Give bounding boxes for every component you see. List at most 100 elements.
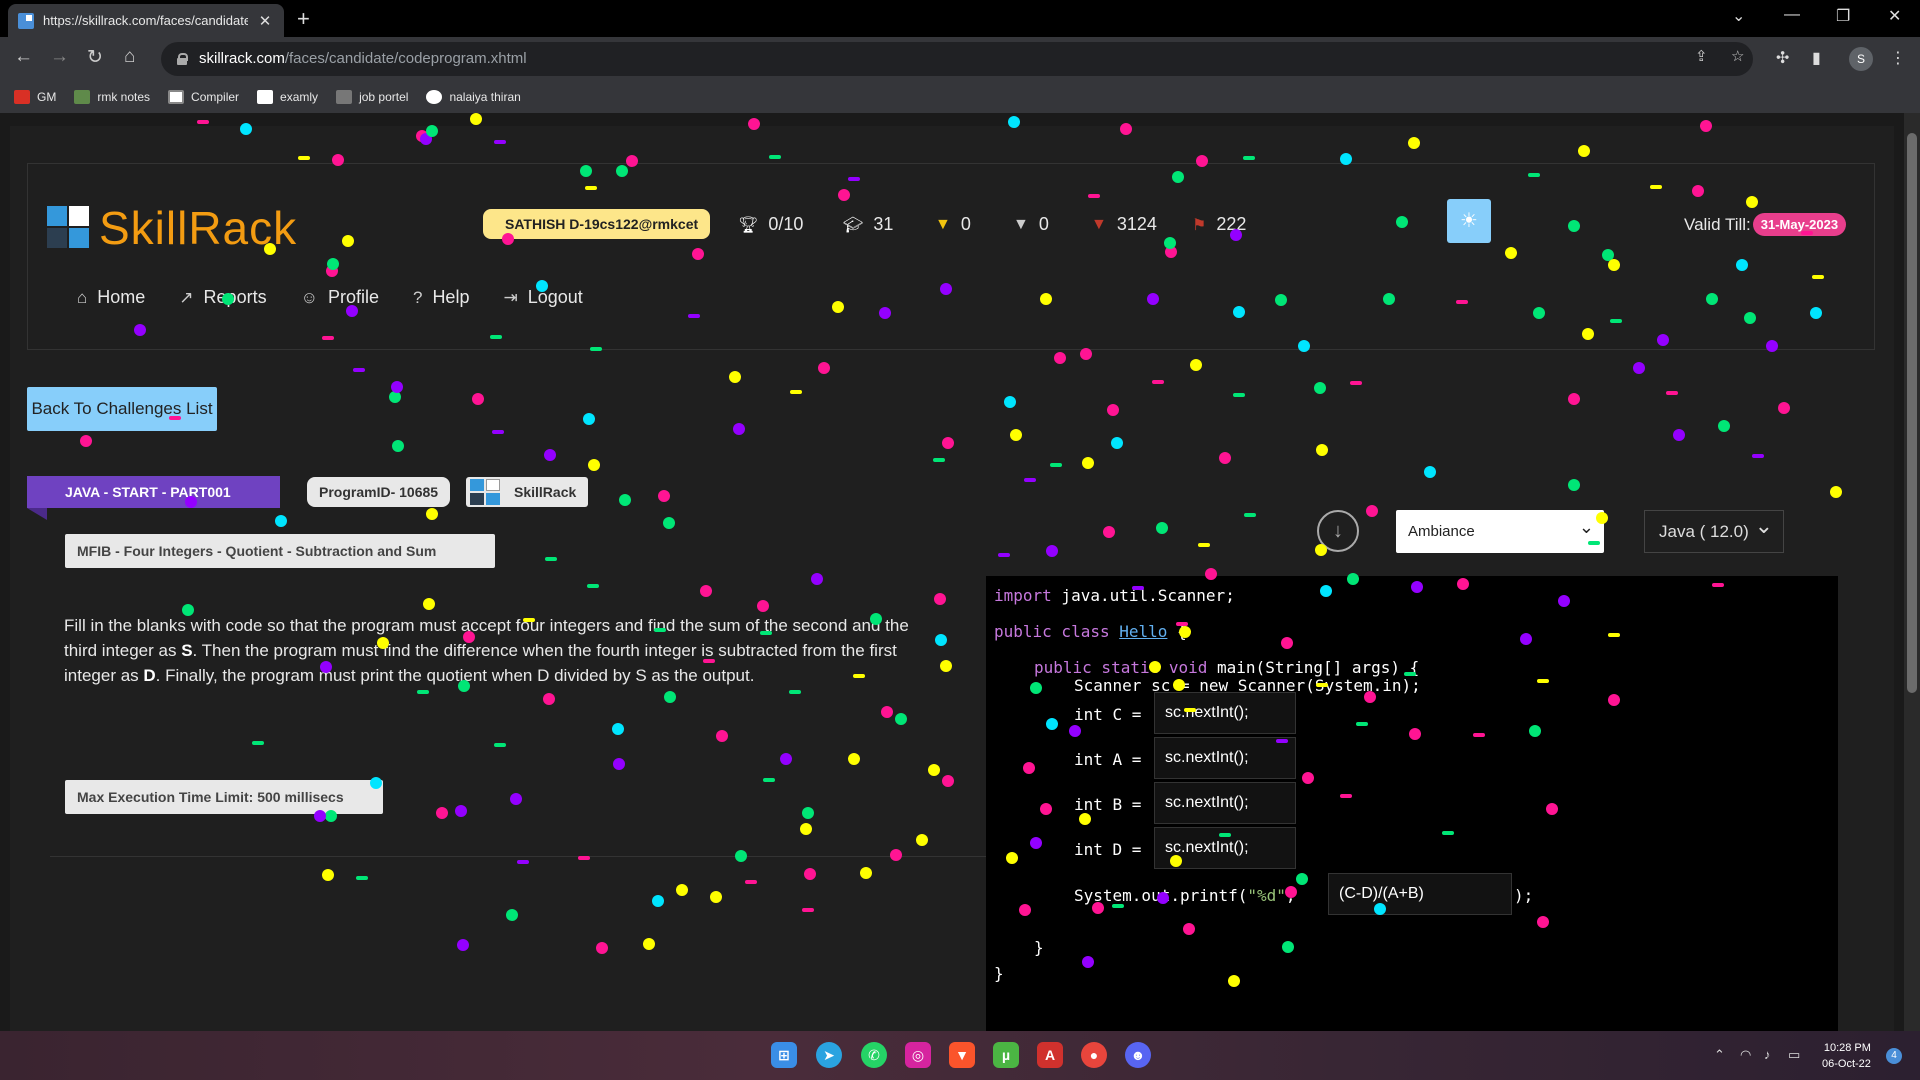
clock-time: 10:28 PM xyxy=(1823,1042,1871,1054)
bookmark-gm[interactable]: GM xyxy=(14,90,56,104)
nav-home[interactable]: ⌂ Home xyxy=(77,287,145,308)
wifi-icon[interactable]: ◠ xyxy=(1740,1047,1751,1063)
reload-icon[interactable]: ↻ xyxy=(87,46,103,69)
profile-avatar[interactable]: S xyxy=(1849,47,1873,71)
chrome-icon[interactable]: ● xyxy=(1081,1042,1107,1068)
notification-count-badge[interactable]: 4 xyxy=(1886,1048,1902,1064)
acrobat-icon[interactable]: A xyxy=(1037,1042,1063,1068)
whatsapp-icon[interactable]: ✆ xyxy=(861,1042,887,1068)
nav-help[interactable]: ? Help xyxy=(413,287,470,308)
code-close-main: } xyxy=(1034,938,1044,957)
nav-logout[interactable]: ⇥ Logout xyxy=(503,287,582,308)
home-icon: ⌂ xyxy=(77,287,88,307)
bookmark-job-portel[interactable]: job portel xyxy=(336,90,408,104)
valid-date-badge: 31-May-2023 xyxy=(1752,213,1847,236)
browser-tab[interactable]: https://skillrack.com/faces/candidate ✕ xyxy=(8,4,284,37)
nalaiya-thiran-icon xyxy=(426,90,443,104)
language-select[interactable]: Java ( 12.0) xyxy=(1644,505,1784,553)
header-card: SkillRack SATHISH D-19cs122@rmkcet 🏆︎ 0/1… xyxy=(27,163,1875,350)
chart-line-icon: ↗ xyxy=(179,287,194,307)
code-var-d: int D = xyxy=(1074,840,1142,859)
back-to-challenges-button[interactable]: Back To Challenges List xyxy=(27,387,217,431)
stat-courses: 🎓︎ 31 xyxy=(843,214,894,234)
nav-reports[interactable]: ↗ Reports xyxy=(179,287,266,308)
lock-icon xyxy=(177,53,188,65)
blank-input-b[interactable]: sc.nextInt(); xyxy=(1154,782,1296,824)
user-badge: SATHISH D-19cs122@rmkcet xyxy=(483,209,711,239)
theme-toggle-sun-icon[interactable]: ☀ xyxy=(1447,199,1491,243)
skillrack-favicon-icon xyxy=(18,12,34,29)
minimize-icon[interactable]: — xyxy=(1784,6,1800,24)
share-icon[interactable]: ⇪ xyxy=(1695,47,1708,65)
stat-flags: ⚑ 222 xyxy=(1192,214,1247,234)
page-content: SkillRack SATHISH D-19cs122@rmkcet 🏆︎ 0/1… xyxy=(10,126,1894,1031)
bookmarks-bar: GM rmk notes Compiler examly job portel … xyxy=(0,81,1920,113)
bookmark-examly[interactable]: examly xyxy=(257,90,318,104)
stat-bronze: ▼ 3124 xyxy=(1091,214,1157,234)
system-clock[interactable]: 10:28 PM 06-Oct-22 xyxy=(1822,1040,1871,1072)
code-var-a: int A = xyxy=(1074,750,1142,769)
restore-icon[interactable]: ❐ xyxy=(1836,6,1850,26)
logo-text: SkillRack xyxy=(99,202,298,254)
blank-input-a[interactable]: sc.nextInt(); xyxy=(1154,737,1296,779)
code-close-class: } xyxy=(994,964,1004,983)
main-nav: ⌂ Home ↗ Reports ☺ Profile ? Help ⇥ Logout xyxy=(77,287,583,308)
blank-input-expression[interactable]: (C-D)/(A+B) xyxy=(1328,873,1512,915)
volume-icon[interactable]: ♪ xyxy=(1764,1047,1771,1062)
job-portel-icon xyxy=(336,90,353,104)
side-panel-icon[interactable]: ▮ xyxy=(1812,48,1821,68)
stat-silver: ▼ 0 xyxy=(1013,214,1049,234)
instagram-icon[interactable]: ◎ xyxy=(905,1042,931,1068)
challenge-description: Fill in the blanks with code so that the… xyxy=(64,616,909,685)
blank-input-c[interactable]: sc.nextInt(); xyxy=(1154,692,1296,734)
browser-toolbar: ← → ↻ ⌂ skillrack.com/faces/candidate/co… xyxy=(0,37,1920,81)
telegram-icon[interactable]: ➤ xyxy=(816,1042,842,1068)
editor-theme-select[interactable]: Ambiance xyxy=(1396,506,1604,553)
code-editor: import java.util.Scanner; public class H… xyxy=(986,576,1838,1031)
bookmark-nalaiya-thiran[interactable]: nalaiya thiran xyxy=(426,90,521,104)
new-tab-icon[interactable]: + xyxy=(297,6,310,32)
windows-start-icon[interactable]: ⊞ xyxy=(771,1042,797,1068)
tab-search-icon[interactable]: ⌄ xyxy=(1732,6,1745,26)
battery-icon[interactable]: ▭ xyxy=(1788,1047,1800,1063)
page-scrollbar[interactable] xyxy=(1904,113,1920,1031)
page-viewport: SkillRack SATHISH D-19cs122@rmkcet 🏆︎ 0/1… xyxy=(0,113,1904,1031)
brave-icon[interactable]: ▼ xyxy=(949,1042,975,1068)
back-arrow-icon[interactable]: ← xyxy=(14,46,33,68)
section-divider xyxy=(50,856,990,857)
bookmark-star-icon[interactable]: ☆ xyxy=(1731,47,1744,65)
bookmark-compiler[interactable]: Compiler xyxy=(168,90,239,104)
graduation-cap-icon: 🎓︎ xyxy=(843,216,864,234)
examly-icon xyxy=(257,90,274,104)
skillrack-mini-logo-icon xyxy=(470,479,502,505)
close-window-icon[interactable]: ✕ xyxy=(1888,6,1901,26)
user-icon: ☺ xyxy=(300,287,318,307)
utorrent-icon[interactable]: µ xyxy=(993,1042,1019,1068)
show-hidden-icons-chevron-icon[interactable]: ⌃ xyxy=(1714,1047,1725,1063)
scrollbar-thumb[interactable] xyxy=(1907,133,1917,693)
os-taskbar: ⊞ ➤ ✆ ◎ ▼ µ A ● ☻ ⌃ ◠ ♪ ▭ 10:28 PM 06-Oc… xyxy=(0,1031,1920,1080)
code-line-import: import java.util.Scanner; xyxy=(994,586,1235,605)
bookmark-rmk-notes[interactable]: rmk notes xyxy=(74,90,150,104)
question-icon: ? xyxy=(412,287,423,307)
nav-profile[interactable]: ☺ Profile xyxy=(301,287,379,308)
close-tab-icon[interactable]: ✕ xyxy=(257,12,273,30)
extensions-icon[interactable]: ✣ xyxy=(1776,48,1789,68)
silver-medal-icon: ▼ xyxy=(1013,215,1029,233)
home-icon[interactable]: ⌂ xyxy=(124,46,135,68)
discord-icon[interactable]: ☻ xyxy=(1125,1042,1151,1068)
logo-mark-icon xyxy=(47,206,89,250)
download-icon[interactable]: ↓ xyxy=(1317,510,1359,552)
valid-label: Valid Till: xyxy=(1684,214,1751,234)
blank-input-d[interactable]: sc.nextInt(); xyxy=(1154,827,1296,869)
challenge-title: MFIB - Four Integers - Quotient - Subtra… xyxy=(65,534,495,568)
code-line-printf: System.out.printf("%d", xyxy=(1074,886,1296,905)
menu-kebab-icon[interactable]: ⋮ xyxy=(1890,48,1906,68)
skillrack-logo[interactable]: SkillRack xyxy=(47,201,297,255)
stat-gold: ▼ 0 xyxy=(935,214,971,234)
tab-strip: https://skillrack.com/faces/candidate ✕ … xyxy=(0,0,1920,37)
url-path: /faces/candidate/codeprogram.xhtml xyxy=(284,50,527,67)
program-id-badge: ProgramID- 10685 xyxy=(307,477,451,507)
forward-arrow-icon[interactable]: → xyxy=(50,46,69,68)
address-bar[interactable]: skillrack.com/faces/candidate/codeprogra… xyxy=(161,42,1753,76)
